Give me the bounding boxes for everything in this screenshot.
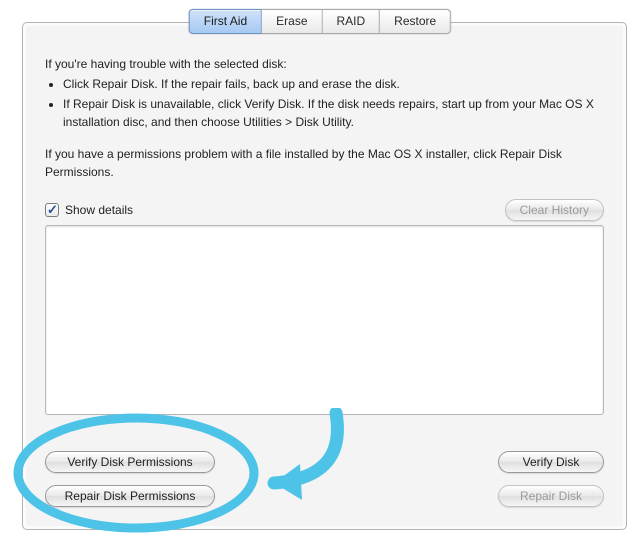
main-panel: If you're having trouble with the select… [22,22,627,530]
instructions-block: If you're having trouble with the select… [45,55,604,181]
show-details-checkbox[interactable]: ✓ Show details [45,203,133,217]
repair-disk-permissions-button[interactable]: Repair Disk Permissions [45,485,215,507]
tab-raid[interactable]: RAID [323,9,381,34]
tab-erase[interactable]: Erase [262,9,322,34]
clear-history-button[interactable]: Clear History [505,199,604,221]
tab-restore[interactable]: Restore [380,9,451,34]
tab-bar: First Aid Erase RAID Restore [189,9,451,34]
instructions-bullet-1: Click Repair Disk. If the repair fails, … [63,75,604,93]
instructions-bullet-2: If Repair Disk is unavailable, click Ver… [63,95,604,131]
checkbox-icon: ✓ [45,203,59,217]
log-output-area[interactable] [45,225,604,415]
repair-disk-button[interactable]: Repair Disk [498,485,604,507]
verify-disk-button[interactable]: Verify Disk [498,451,604,473]
show-details-label: Show details [65,203,133,217]
verify-disk-permissions-button[interactable]: Verify Disk Permissions [45,451,215,473]
tab-first-aid[interactable]: First Aid [189,9,262,34]
instructions-permissions: If you have a permissions problem with a… [45,145,604,181]
instructions-lead: If you're having trouble with the select… [45,55,604,73]
